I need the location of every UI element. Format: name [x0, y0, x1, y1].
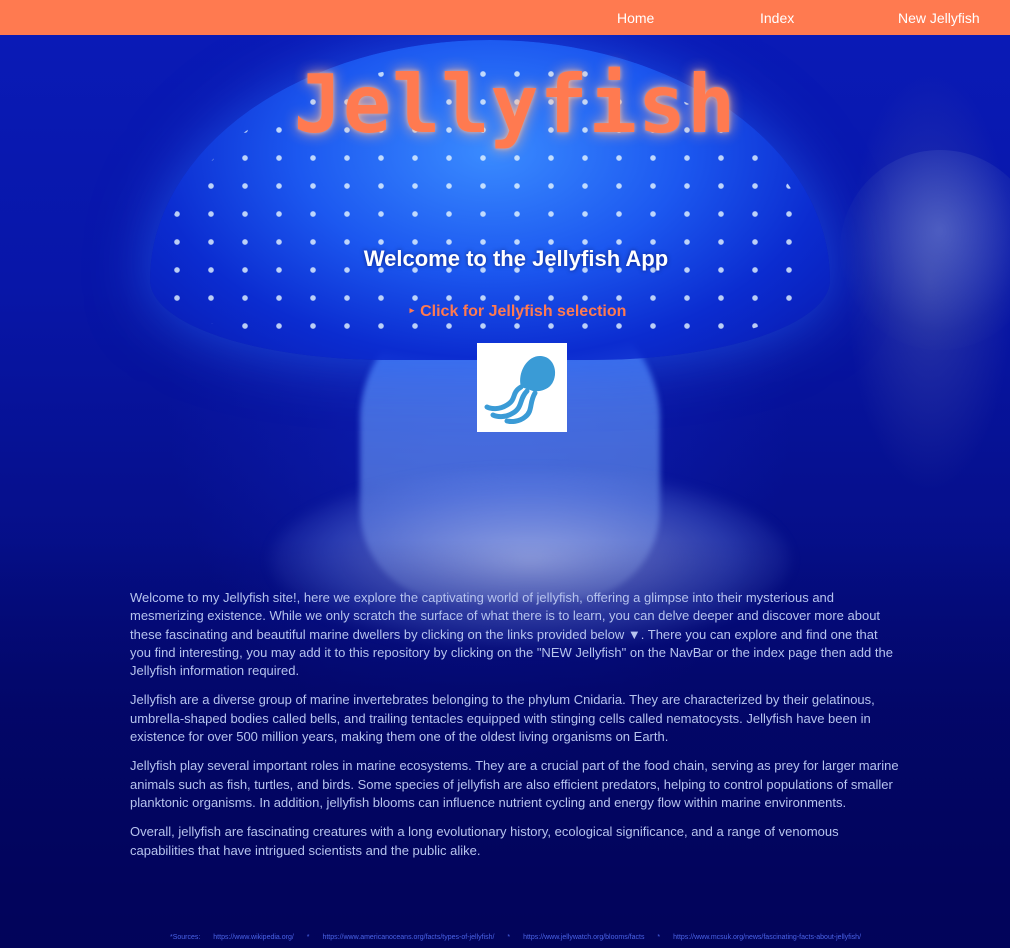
- jellyfish-logo: [477, 343, 567, 432]
- nav-link-new-jellyfish[interactable]: New Jellyfish: [898, 10, 980, 26]
- nav-link-home[interactable]: Home: [617, 10, 654, 26]
- main-content: Jellyfish Welcome to the Jellyfish App ▸…: [0, 0, 1010, 948]
- intro-paragraph: Jellyfish play several important roles i…: [130, 758, 899, 810]
- source-separator: *: [507, 934, 511, 941]
- source-separator: *: [306, 934, 310, 941]
- site-title: Jellyfish: [293, 58, 737, 151]
- jellyfish-icon: [484, 355, 556, 424]
- nav-link-index[interactable]: Index: [760, 10, 794, 26]
- source-link-americanoceans[interactable]: https://www.americanoceans.org/facts/typ…: [322, 934, 494, 941]
- sources-label: *Sources:: [169, 934, 201, 941]
- disclosure-triangle-icon: ▸: [409, 305, 415, 315]
- source-separator: *: [657, 934, 661, 941]
- navbar: Home Index New Jellyfish: [0, 0, 1010, 35]
- sources-footer: *Sources: https://www.wikipedia.org/ * h…: [0, 934, 1010, 941]
- intro-paragraph: Overall, jellyfish are fascinating creat…: [130, 824, 839, 858]
- intro-text: Welcome to my Jellyfish site!, here we e…: [130, 589, 902, 871]
- intro-paragraph: Welcome to my Jellyfish site!, here we e…: [130, 590, 893, 679]
- source-link-mcsuk[interactable]: https://www.mcsuk.org/news/fascinating-f…: [673, 934, 861, 941]
- jellyfish-selection-toggle[interactable]: ▸ Click for Jellyfish selection: [0, 303, 1010, 321]
- welcome-heading: Welcome to the Jellyfish App: [363, 246, 669, 271]
- jellyfish-selection-label: Click for Jellyfish selection: [420, 303, 627, 320]
- intro-paragraph: Jellyfish are a diverse group of marine …: [130, 692, 875, 745]
- source-link-jellywatch[interactable]: https://www.jellywatch.org/blooms/facts: [523, 934, 644, 941]
- source-link-wikipedia[interactable]: https://www.wikipedia.org/: [213, 934, 294, 941]
